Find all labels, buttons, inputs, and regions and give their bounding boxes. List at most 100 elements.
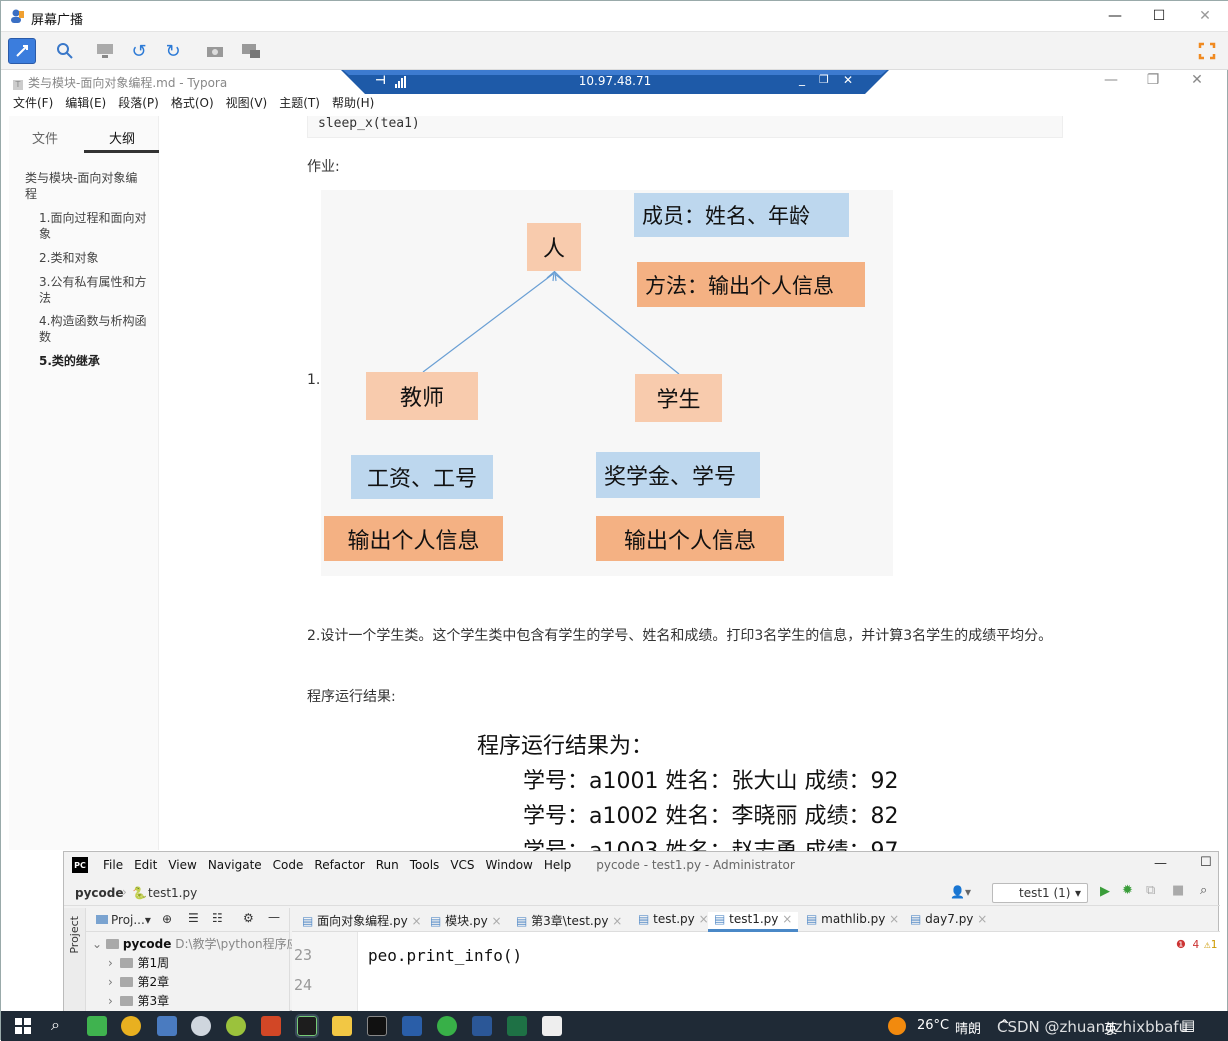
tree-root[interactable]: ⌄ pycode D:\教学\python程序应 bbox=[92, 935, 299, 952]
windows-start-icon[interactable] bbox=[15, 1018, 31, 1034]
close-icon[interactable]: × bbox=[612, 914, 622, 928]
run-icon[interactable]: ▶ bbox=[1100, 884, 1110, 899]
pc-menu-vcs[interactable]: VCS bbox=[450, 858, 474, 872]
debug-icon[interactable]: ✹ bbox=[1122, 883, 1133, 898]
pc-menu-file[interactable]: File bbox=[103, 858, 123, 872]
chat-icon[interactable] bbox=[191, 1016, 211, 1036]
outline-item-1[interactable]: 1.面向过程和面向对象 bbox=[39, 210, 151, 242]
file-explorer-icon[interactable] bbox=[332, 1016, 352, 1036]
redo-icon[interactable]: ↻ bbox=[159, 38, 187, 64]
chrome-icon[interactable] bbox=[121, 1016, 141, 1036]
close-icon[interactable]: × bbox=[492, 914, 502, 928]
expand-all-icon[interactable]: ☰ bbox=[188, 911, 199, 925]
wechat-icon[interactable] bbox=[87, 1016, 107, 1036]
terminal-icon[interactable] bbox=[367, 1016, 387, 1036]
pc-menu-window[interactable]: Window bbox=[486, 858, 533, 872]
outline-item-h1[interactable]: 类与模块-面向对象编程 bbox=[25, 170, 149, 202]
temperature[interactable]: 26°C bbox=[917, 1018, 949, 1033]
tree-folder-2[interactable]: › 第2章 bbox=[108, 973, 169, 990]
code-editor[interactable]: peo.print_info() ❶ 4 ⚠1 bbox=[358, 932, 1220, 1012]
close-icon[interactable]: × bbox=[889, 912, 899, 926]
gear-icon[interactable]: ⚙ bbox=[243, 911, 254, 925]
editor-tab-active[interactable]: ▤ test1.py × bbox=[708, 912, 799, 932]
typora-close-button[interactable]: ✕ bbox=[1177, 72, 1217, 88]
pc-maximize-button[interactable]: ☐ bbox=[1200, 855, 1212, 870]
powerpoint-icon[interactable] bbox=[261, 1016, 281, 1036]
search-icon[interactable]: ⌕ bbox=[51, 1015, 60, 1035]
menu-format[interactable]: 格式(O) bbox=[171, 94, 214, 112]
coverage-icon[interactable]: ⧉ bbox=[1146, 883, 1155, 898]
close-icon[interactable]: × bbox=[412, 914, 422, 928]
camera-icon[interactable] bbox=[201, 38, 229, 64]
pc-menu-edit[interactable]: Edit bbox=[134, 858, 157, 872]
outline-item-3[interactable]: 3.公有私有属性和方法 bbox=[39, 274, 151, 306]
app-icon[interactable] bbox=[157, 1016, 177, 1036]
remote-minimize-icon[interactable]: _ bbox=[799, 72, 805, 86]
fullscreen-icon[interactable] bbox=[1193, 38, 1221, 64]
menu-view[interactable]: 视图(V) bbox=[226, 94, 268, 112]
zoom-icon[interactable] bbox=[51, 38, 79, 64]
powershell-icon[interactable] bbox=[402, 1016, 422, 1036]
menu-paragraph[interactable]: 段落(P) bbox=[118, 94, 159, 112]
editor-tab-2[interactable]: ▤ 模块.py × bbox=[430, 912, 502, 929]
crumb-file[interactable]: test1.py bbox=[148, 886, 197, 900]
menu-edit[interactable]: 编辑(E) bbox=[65, 94, 106, 112]
typora-editor[interactable]: sleep_x(tea1) 作业: 1. 人 成员：姓名、年龄 方法：输出个人信… bbox=[159, 116, 1221, 856]
weather-sun-icon[interactable] bbox=[888, 1017, 906, 1035]
close-button[interactable]: ✕ bbox=[1183, 5, 1227, 27]
monitor-icon[interactable] bbox=[91, 38, 119, 64]
stop-icon[interactable]: ■ bbox=[1172, 883, 1184, 898]
weather-text[interactable]: 晴朗 bbox=[955, 1018, 981, 1037]
word-icon[interactable] bbox=[472, 1016, 492, 1036]
search-icon[interactable]: ⌕ bbox=[1200, 883, 1207, 898]
typora-restore-button[interactable]: ❐ bbox=[1133, 72, 1173, 88]
excel-icon[interactable] bbox=[507, 1016, 527, 1036]
editor-tab-3[interactable]: ▤ 第3章\test.py × bbox=[516, 912, 622, 929]
project-side-tab[interactable]: Project bbox=[68, 916, 81, 954]
menu-theme[interactable]: 主题(T) bbox=[279, 94, 320, 112]
green-app-icon[interactable] bbox=[437, 1016, 457, 1036]
close-icon[interactable]: × bbox=[782, 912, 792, 926]
typora-minimize-button[interactable]: — bbox=[1091, 72, 1131, 88]
browser-icon[interactable] bbox=[226, 1016, 246, 1036]
locate-icon[interactable]: ⊕ bbox=[162, 912, 172, 926]
remote-close-icon[interactable]: ✕ bbox=[843, 73, 853, 87]
pc-menu-refactor[interactable]: Refactor bbox=[314, 858, 364, 872]
menu-file[interactable]: 文件(F) bbox=[13, 94, 53, 112]
editor-tab-7[interactable]: ▤ day7.py × bbox=[910, 912, 987, 926]
remote-restore-icon[interactable]: ❐ bbox=[819, 73, 829, 86]
error-indicator[interactable]: ❶ 4 bbox=[1176, 938, 1199, 951]
screen-record-icon[interactable] bbox=[237, 38, 265, 64]
pycharm-taskbar-icon[interactable] bbox=[295, 1014, 319, 1038]
pc-menu-view[interactable]: View bbox=[168, 858, 196, 872]
tab-files[interactable]: 文件 bbox=[32, 128, 58, 147]
project-view-select[interactable]: Proj...▾ bbox=[96, 913, 151, 927]
run-config-select[interactable]: test1 (1) ▾ bbox=[992, 883, 1088, 903]
outline-item-4[interactable]: 4.构造函数与析构函数 bbox=[39, 313, 151, 345]
tree-folder-3[interactable]: › 第3章 bbox=[108, 992, 169, 1009]
tab-outline[interactable]: 大纲 bbox=[109, 128, 135, 147]
user-icon[interactable]: 👤▾ bbox=[950, 885, 971, 899]
hide-panel-icon[interactable]: — bbox=[268, 910, 280, 924]
outline-item-5-active[interactable]: 5.类的继承 bbox=[39, 353, 151, 369]
close-icon[interactable]: × bbox=[977, 912, 987, 926]
warning-indicator[interactable]: ⚠1 bbox=[1204, 938, 1217, 951]
editor-tab-1[interactable]: ▤ 面向对象编程.py × bbox=[302, 912, 422, 929]
outline-item-2[interactable]: 2.类和对象 bbox=[39, 250, 151, 266]
editor-tab-4[interactable]: ▤ test.py × bbox=[638, 912, 709, 926]
pc-menu-code[interactable]: Code bbox=[273, 858, 304, 872]
undo-icon[interactable]: ↺ bbox=[125, 38, 153, 64]
crumb-project[interactable]: pycode bbox=[75, 886, 124, 900]
pc-menu-run[interactable]: Run bbox=[376, 858, 399, 872]
maximize-button[interactable]: ☐ bbox=[1137, 5, 1181, 27]
pc-menu-help[interactable]: Help bbox=[544, 858, 571, 872]
editor-tab-6[interactable]: ▤ mathlib.py × bbox=[806, 912, 899, 926]
collapse-all-icon[interactable]: ☷ bbox=[212, 911, 223, 925]
menu-help[interactable]: 帮助(H) bbox=[332, 94, 374, 112]
pointer-tool-icon[interactable] bbox=[8, 38, 36, 64]
minimize-button[interactable]: — bbox=[1093, 5, 1137, 27]
tree-folder-1[interactable]: › 第1周 bbox=[108, 954, 169, 971]
pc-menu-navigate[interactable]: Navigate bbox=[208, 858, 262, 872]
typora-taskbar-icon[interactable] bbox=[542, 1016, 562, 1036]
pc-menu-tools[interactable]: Tools bbox=[410, 858, 440, 872]
